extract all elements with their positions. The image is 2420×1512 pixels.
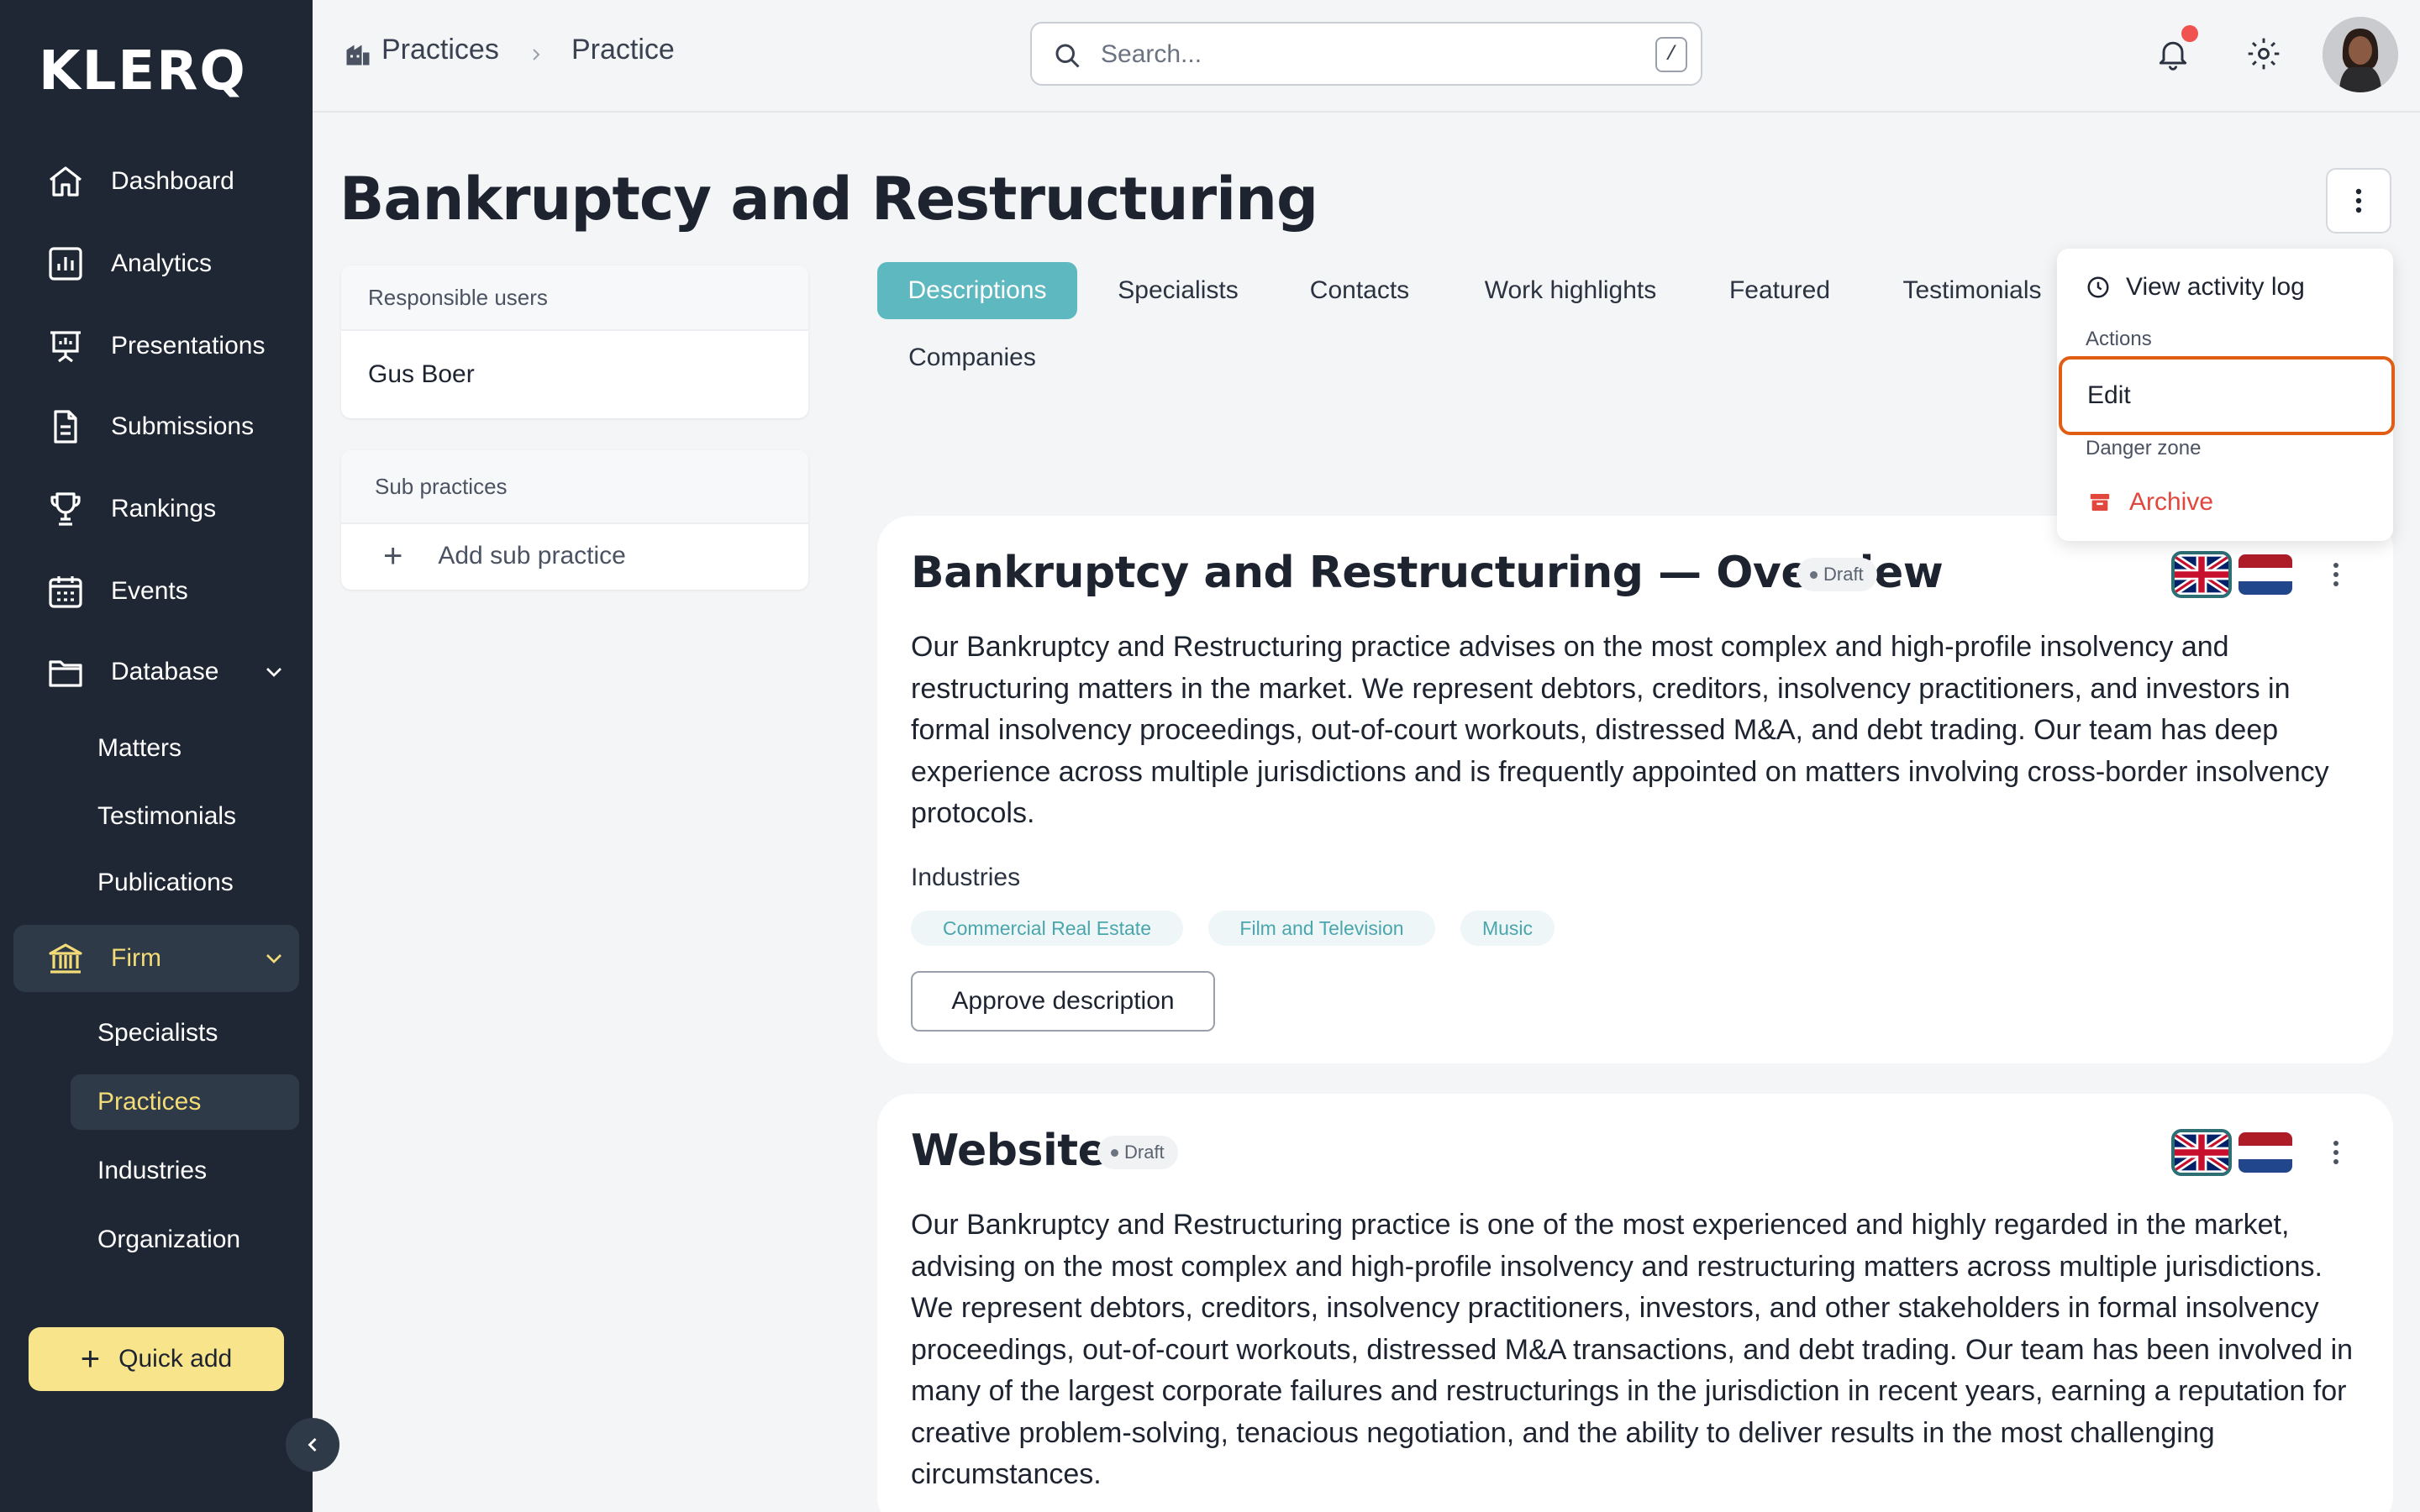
plus-icon: + — [383, 538, 403, 575]
bank-icon — [44, 937, 87, 980]
search-input[interactable] — [1101, 35, 1605, 74]
tab-contacts[interactable]: Contacts — [1289, 262, 1430, 319]
chart-icon — [44, 242, 87, 286]
sidebar-item-events[interactable]: Events — [13, 558, 299, 625]
folder-icon — [44, 650, 87, 694]
notification-dot — [2181, 25, 2198, 42]
tab-work-highlights[interactable]: Work highlights — [1464, 262, 1677, 319]
uk-flag-icon[interactable] — [2171, 1129, 2232, 1176]
gear-icon[interactable] — [2245, 35, 2282, 72]
chevron-right-icon — [526, 42, 546, 67]
description-text: Our Bankruptcy and Restructuring practic… — [911, 1209, 2354, 1490]
breadcrumb-practice: Practice — [571, 34, 675, 66]
clock-icon — [2086, 275, 2111, 300]
klerq-logo[interactable]: KLERQ — [39, 40, 247, 102]
responsible-users-card: Responsible users Gus Boer — [341, 265, 808, 418]
search-icon — [1052, 40, 1082, 71]
nl-flag-icon[interactable] — [2238, 554, 2292, 595]
sidebar-item-label: Presentations — [111, 332, 266, 360]
add-sub-practice-label: Add sub practice — [438, 542, 626, 570]
sidebar-subitem-industries[interactable]: Industries — [71, 1143, 299, 1199]
collapse-sidebar-button[interactable] — [286, 1418, 339, 1472]
industries-label: Industries — [911, 864, 1021, 891]
view-activity-log-item[interactable]: View activity log — [2057, 264, 2393, 311]
sub-practices-card: Sub practices + Add sub practice — [341, 450, 808, 590]
danger-zone-label: Danger zone — [2086, 437, 2202, 459]
sidebar-item-analytics[interactable]: Analytics — [13, 230, 299, 297]
description-card-website: Website Draft Our Bankruptcy and Restruc… — [877, 1094, 2393, 1512]
tab-companies[interactable]: Companies — [892, 329, 1052, 386]
sidebar-item-database[interactable]: Database — [13, 638, 299, 706]
sidebar-subitem-organization[interactable]: Organization — [71, 1212, 299, 1268]
sidebar-item-submissions[interactable]: Submissions — [13, 393, 299, 460]
sidebar-subitem-practices[interactable]: Practices — [71, 1074, 299, 1130]
sidebar-item-firm[interactable]: Firm — [13, 925, 299, 992]
tab-featured[interactable]: Featured — [1711, 262, 1849, 319]
card-header: Responsible users — [341, 265, 808, 331]
status-badge: Draft — [1097, 1136, 1178, 1169]
home-icon — [44, 160, 87, 203]
plus-icon: + — [80, 1341, 101, 1378]
sidebar-subitem-specialists[interactable]: Specialists — [71, 1005, 299, 1061]
responsible-user[interactable]: Gus Boer — [341, 331, 808, 418]
trophy-icon — [44, 487, 87, 531]
status-badge: Draft — [1797, 558, 1877, 591]
archive-icon — [2087, 490, 2112, 515]
search-box[interactable]: / — [1030, 22, 1702, 86]
page-title: Bankruptcy and Restructuring — [339, 165, 1318, 234]
tab-specialists[interactable]: Specialists — [1101, 262, 1255, 319]
sidebar-item-label: Database — [111, 658, 219, 685]
nl-flag-icon[interactable] — [2238, 1132, 2292, 1173]
archive-item[interactable]: Archive — [2057, 479, 2393, 526]
sidebar-item-label: Analytics — [111, 249, 213, 277]
sidebar-item-label: Events — [111, 577, 188, 605]
industry-chip[interactable]: Commercial Real Estate — [911, 911, 1183, 946]
sidebar-item-label: Submissions — [111, 412, 255, 440]
sidebar: KLERQ Dashboard Analytics Presentations … — [0, 0, 313, 1512]
sidebar-item-label: Dashboard — [111, 167, 234, 195]
tab-descriptions[interactable]: Descriptions — [877, 262, 1077, 319]
description-title: Website — [911, 1126, 1107, 1176]
search-shortcut-key: / — [1655, 37, 1687, 72]
breadcrumb-practices[interactable]: Practices — [381, 34, 499, 66]
description-text: Our Bankruptcy and Restructuring practic… — [911, 631, 2329, 829]
sidebar-item-rankings[interactable]: Rankings — [13, 475, 299, 543]
tab-testimonials[interactable]: Testimonials — [1882, 262, 2062, 319]
building-icon — [343, 39, 373, 69]
sidebar-subitem-testimonials[interactable]: Testimonials — [71, 789, 299, 844]
presentation-icon — [44, 324, 87, 368]
card-header: Sub practices — [341, 450, 808, 524]
edit-menu-item[interactable]: Edit — [2059, 356, 2395, 435]
industry-chip[interactable]: Film and Television — [1208, 911, 1435, 946]
sidebar-item-label: Rankings — [111, 495, 217, 522]
description-card-overview: Bankruptcy and Restructuring — Overview … — [877, 516, 2393, 1063]
approve-description-button[interactable]: Approve description — [911, 971, 1215, 1032]
kebab-icon[interactable] — [2319, 1136, 2353, 1169]
quick-add-button[interactable]: + Quick add — [29, 1327, 284, 1391]
sidebar-subitem-matters[interactable]: Matters — [71, 721, 299, 776]
chevron-down-icon[interactable] — [260, 659, 287, 685]
topbar: Practices Practice / — [313, 0, 2420, 113]
calendar-icon — [44, 570, 87, 613]
more-options-button[interactable] — [2326, 168, 2391, 234]
uk-flag-icon[interactable] — [2171, 551, 2232, 598]
sidebar-subitem-publications[interactable]: Publications — [71, 855, 299, 911]
document-icon — [44, 405, 87, 449]
sidebar-item-label: Firm — [111, 944, 161, 972]
add-sub-practice-button[interactable]: + Add sub practice — [341, 524, 808, 588]
industry-chip[interactable]: Music — [1460, 911, 1555, 946]
kebab-icon — [2355, 188, 2362, 213]
kebab-icon[interactable] — [2319, 558, 2353, 591]
sidebar-item-presentations[interactable]: Presentations — [13, 312, 299, 380]
chevron-down-icon[interactable] — [260, 945, 287, 972]
avatar[interactable] — [2323, 17, 2398, 92]
quick-add-label: Quick add — [118, 1345, 233, 1373]
sidebar-item-dashboard[interactable]: Dashboard — [13, 148, 299, 215]
chevron-left-icon — [308, 1438, 317, 1452]
actions-section-label: Actions — [2086, 328, 2152, 350]
description-title: Bankruptcy and Restructuring — Overview — [911, 548, 1944, 598]
